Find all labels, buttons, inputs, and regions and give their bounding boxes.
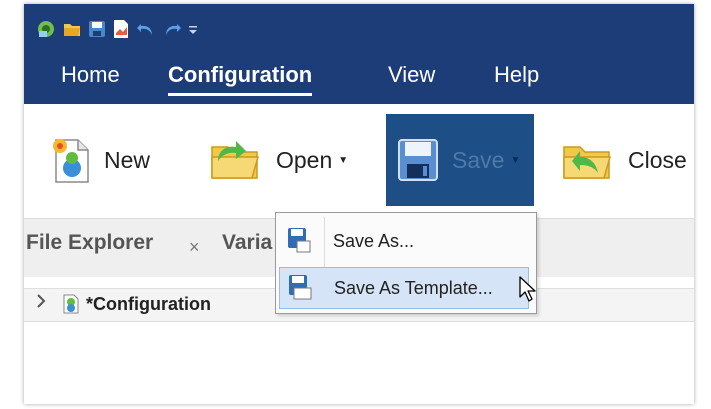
redo-icon[interactable] xyxy=(162,20,182,43)
close-folder-icon xyxy=(563,146,611,179)
open-button[interactable]: Open ▼ xyxy=(208,114,348,206)
save-as-label: Save As... xyxy=(333,231,415,251)
tab-help[interactable]: Help xyxy=(494,58,539,92)
save-label: Save xyxy=(452,146,505,173)
tab-file-explorer[interactable]: File Explorer xyxy=(26,231,153,255)
undo-icon[interactable] xyxy=(136,20,156,43)
save-dropdown-caret[interactable]: ▼ xyxy=(510,155,520,166)
app-icon[interactable] xyxy=(36,19,56,44)
close-button[interactable]: Close xyxy=(560,114,687,206)
open-folder-icon[interactable] xyxy=(62,19,82,44)
document-icon[interactable] xyxy=(112,19,130,44)
open-label: Open xyxy=(276,146,333,173)
configuration-icon xyxy=(62,294,80,319)
new-label: New xyxy=(104,146,151,173)
tab-home[interactable]: Home xyxy=(61,58,120,92)
save-as-template-label: Save As Template... xyxy=(334,278,493,298)
mouse-pointer-icon xyxy=(518,275,538,308)
save-as-icon xyxy=(287,227,311,258)
menu-item-save-as-template[interactable]: Save As Template... xyxy=(279,267,529,309)
ribbon: New Open ▼ Save ▼ Close xyxy=(24,104,694,216)
tab-configuration[interactable]: Configuration xyxy=(168,58,313,96)
new-icon xyxy=(53,139,89,183)
expand-chevron-icon[interactable] xyxy=(36,293,46,314)
application-window: Home Configuration View Help New Open ▼ … xyxy=(24,4,694,404)
save-large-icon xyxy=(398,139,438,181)
menu-item-save-as[interactable]: Save As... xyxy=(279,221,527,261)
new-button[interactable]: New xyxy=(50,114,150,206)
save-as-template-icon xyxy=(288,274,312,305)
tab-variables[interactable]: Varia xyxy=(222,231,272,255)
close-tab-icon[interactable]: × xyxy=(189,237,200,258)
save-button[interactable]: Save ▼ xyxy=(386,114,534,206)
open-folder-large-icon xyxy=(211,141,259,179)
close-label: Close xyxy=(628,146,687,173)
tab-view[interactable]: View xyxy=(388,58,435,92)
open-dropdown-caret[interactable]: ▼ xyxy=(338,155,348,166)
save-dropdown-menu: Save As... Save As Template... xyxy=(275,212,537,314)
quick-access-toolbar xyxy=(36,19,204,44)
tree-item-configuration[interactable]: *Configuration xyxy=(86,294,211,315)
save-icon[interactable] xyxy=(88,20,106,43)
customize-toolbar-icon[interactable] xyxy=(188,22,198,40)
title-bar: Home Configuration View Help xyxy=(24,4,694,104)
